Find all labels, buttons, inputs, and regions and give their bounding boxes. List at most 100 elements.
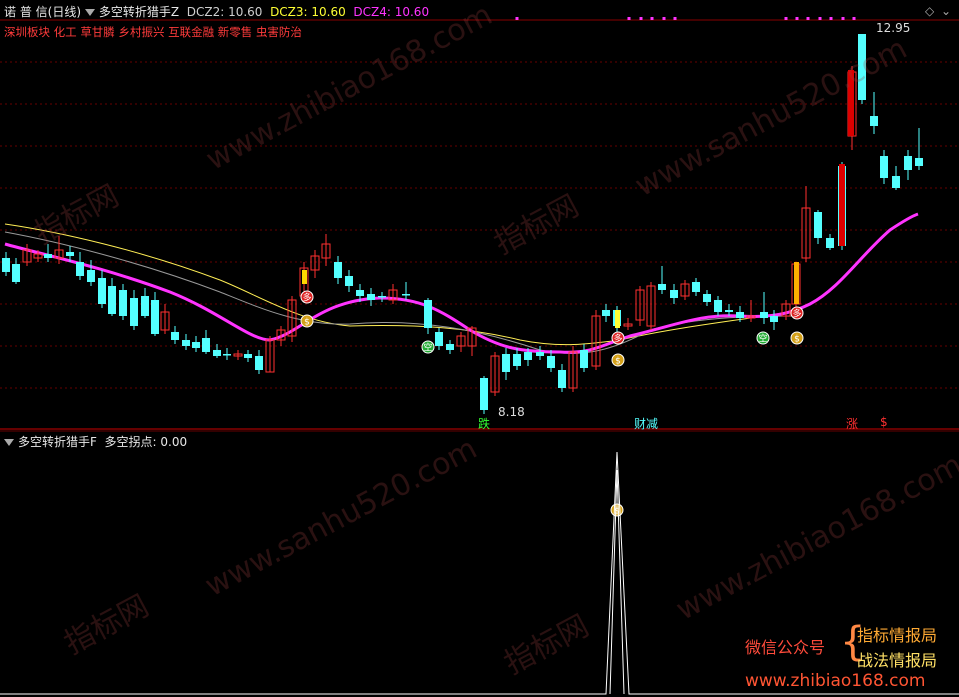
kong-signal: 空 [756,331,770,345]
candle-body [151,300,159,334]
candle [513,348,521,370]
kline-chart[interactable]: 多$多$多$空空$ [0,0,959,697]
duo-signal: 多 [300,290,314,304]
sector-item[interactable]: 新零售 [218,25,253,39]
candle-body [402,294,410,296]
sub-indicator-name[interactable]: 多空转折猎手F [18,435,97,449]
candle-body [558,370,566,388]
highlight-candle [615,310,620,328]
sector-item[interactable]: 草甘膦 [80,25,115,39]
dropdown-arrow-icon[interactable] [4,439,14,446]
candle-body [202,338,210,352]
dropdown-arrow-icon[interactable] [84,9,95,16]
candle [233,350,243,360]
signal-dot [639,17,643,20]
app-brand: 诺 [4,5,17,19]
candle-body [66,252,74,256]
candle [680,280,690,300]
kong-signal: 空 [421,340,435,354]
candle-body [130,298,138,326]
sector-item[interactable]: 深圳板块 [4,25,50,39]
candle-body [725,310,733,312]
candle-body [736,312,744,318]
chevron-down-icon[interactable]: ⌄ [941,4,951,18]
candle [76,252,84,280]
candle [321,234,331,266]
sector-list: 深圳板块 化工 草甘膦 乡村振兴 互联金融 新零售 虫害防治 [4,24,302,40]
low-price-label: 8.18 [498,405,525,419]
candle-body [770,316,778,322]
sector-item[interactable]: 化工 [54,25,77,39]
diamond-icon[interactable]: ◇ [925,4,934,18]
highlight-candle [848,70,854,136]
candle [760,292,768,324]
candle [446,340,454,354]
sub-money-signal: $ [610,503,624,517]
duo-signal-text: 多 [302,292,311,304]
candle [334,256,342,284]
sector-item[interactable]: 虫害防治 [256,25,302,39]
candle-body [223,354,231,356]
site-url: www.zhibiao168.com [745,671,926,691]
candle [192,336,200,352]
sector-item[interactable]: 互联金融 [168,25,214,39]
duo-signal: 多 [611,331,625,345]
highlight-candle [839,164,845,246]
candle-body [87,270,95,282]
candle-body [658,284,666,290]
signal-dot [650,17,654,20]
candle [367,288,375,306]
sub-header: 多空转折猎手F 多空拐点: 0.00 [4,433,187,449]
period-label[interactable]: 普 信(日线) [20,5,81,19]
brand-line-1: 指标情报局 [857,626,938,645]
signal-dot [627,17,631,20]
candle [814,210,822,244]
candle [171,326,179,344]
candle-body [192,342,200,348]
candle [287,296,297,342]
candle [580,344,588,372]
candle [119,284,127,320]
candle-body [826,238,834,248]
ma-magenta [4,212,919,354]
candle [558,364,566,392]
candle [490,352,500,396]
candle-body [602,310,610,316]
candle [602,304,610,322]
candle-body [171,332,179,340]
candle [623,318,633,330]
candle-body [2,258,10,272]
candle-body [670,290,678,298]
duo-signal: 多 [790,306,804,320]
wechat-label: 微信公众号 [745,638,826,657]
kong-signal-text: 空 [758,333,767,345]
signal-dot [515,17,519,20]
sub-indicator-value: 多空拐点: 0.00 [104,435,188,449]
money-signal-text: $ [304,318,310,328]
candle [151,292,159,336]
signal-caijian: 财减 [634,417,659,431]
signal-dot [662,17,666,20]
signal-dot [784,17,788,20]
candle-body [870,116,878,126]
signal-die: 跌 [478,417,491,431]
indicator-name[interactable]: 多空转折猎手Z [99,5,179,19]
candle [378,292,386,302]
candle-body [703,294,711,302]
candle [646,282,656,330]
sector-item[interactable]: 乡村振兴 [118,25,164,39]
highlight-candle [302,270,307,284]
candle-body [182,340,190,346]
candle [714,296,722,316]
candle [658,266,666,294]
candle [801,186,811,262]
candle-body [446,344,454,350]
signal-money: $ [880,415,888,429]
candle [770,310,778,330]
candle-body [513,354,521,366]
candle-body [480,378,488,410]
candle-body [880,156,888,178]
candle [781,300,791,320]
candle [244,350,252,362]
candle-body [44,254,52,258]
